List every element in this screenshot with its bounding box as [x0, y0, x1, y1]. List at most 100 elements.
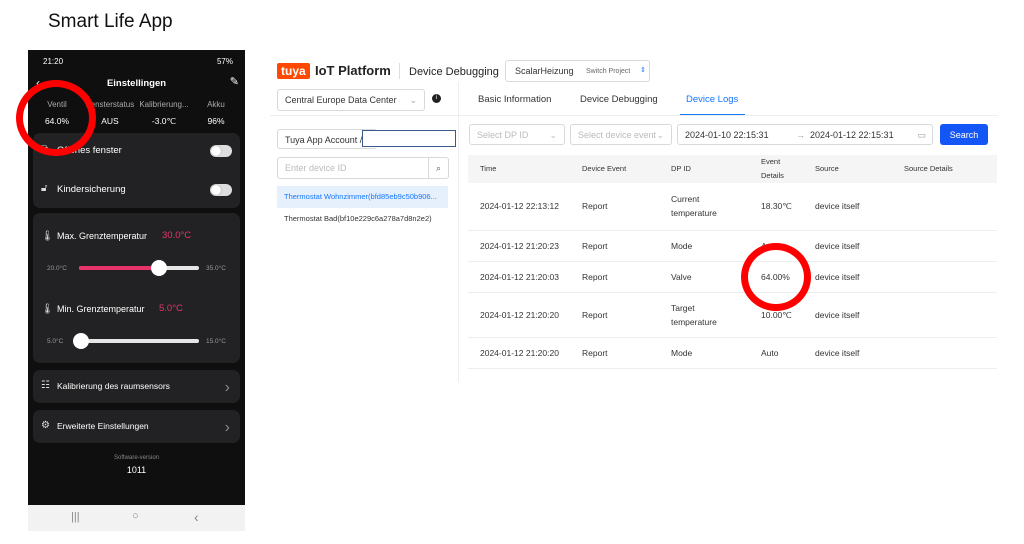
- col-time: Time: [480, 164, 497, 173]
- table-cell: [892, 261, 997, 292]
- min-temp-value: 5.0°C: [159, 303, 183, 314]
- iot-platform: tuya IoT Platform Device Debugging Scala…: [270, 55, 1010, 385]
- device-id-input[interactable]: Enter device ID ⌕: [277, 157, 449, 179]
- table-cell: [892, 183, 997, 230]
- device-item-active[interactable]: Thermostat Wohnzimmer(bfd85eb9c50b906...: [277, 186, 448, 208]
- page-title: Smart Life App: [48, 11, 173, 32]
- data-center-select[interactable]: Central Europe Data Center ⌄: [277, 89, 425, 111]
- child-lock-toggle[interactable]: [210, 184, 232, 196]
- max-temp-value: 30.0°C: [162, 230, 192, 241]
- table-cell: 18.30℃: [761, 201, 792, 212]
- settings-icon: ⚙: [41, 420, 50, 431]
- android-nav-bar: ||| ○ ‹: [28, 505, 245, 531]
- chevron-right-icon: ›: [224, 379, 230, 396]
- calibration-row[interactable]: ☷ Kalibrierung des raumsensors ›: [33, 370, 240, 403]
- table-cell: Report: [582, 271, 608, 282]
- table-row: 2024-01-12 21:20:20 Report Mode Auto device …: [468, 337, 997, 368]
- min-temp-slider[interactable]: [73, 333, 199, 349]
- account-input[interactable]: [362, 130, 456, 147]
- table-cell: Auto: [761, 347, 779, 358]
- table-row: 2024-01-12 21:20:03 Report Valve 64.00% devi…: [468, 261, 997, 292]
- table-cell: Report: [582, 347, 608, 358]
- stat-calibration: Kalibrierung... -3.0℃: [139, 100, 189, 126]
- col-event-details: Event Details: [761, 157, 784, 180]
- home-icon[interactable]: ○: [132, 510, 139, 522]
- advanced-label: Erweiterte Einstellungen: [57, 421, 149, 431]
- table-cell: Current temperature: [671, 194, 717, 219]
- table-cell: Mode: [671, 347, 693, 358]
- stat-battery: Akku 96%: [207, 100, 225, 126]
- table-cell: [892, 230, 997, 261]
- section-title: Device Debugging: [409, 66, 499, 78]
- tab-device-logs[interactable]: Device Logs: [686, 94, 738, 105]
- info-icon[interactable]: i: [432, 94, 441, 103]
- search-button[interactable]: Search: [940, 124, 988, 145]
- table-cell: Report: [582, 309, 608, 320]
- col-device-event: Device Event: [582, 164, 627, 173]
- table-cell: [892, 337, 997, 368]
- table-cell: device itself: [815, 271, 860, 282]
- temperature-card: 🌡︎ Max. Grenztemperatur 30.0°C 20.0°C 35…: [33, 213, 240, 363]
- col-dp-id: DP ID: [671, 164, 691, 173]
- table-cell: 2024-01-12 21:20:03: [480, 271, 559, 282]
- table-cell: Report: [582, 240, 608, 251]
- table-cell: Target temperature: [671, 302, 717, 327]
- software-label: Software-version: [113, 455, 160, 461]
- battery-status: 57%: [216, 57, 233, 66]
- date-range-picker[interactable]: 2024-01-10 22:15:31 → 2024-01-12 22:15:31 ▭: [677, 124, 933, 145]
- min-slider-max: 15.0°C: [206, 338, 226, 345]
- thermometer-icon: 🌡︎: [41, 304, 54, 315]
- search-icon[interactable]: ⌕: [428, 158, 448, 178]
- table-cell: 2024-01-12 21:20:20: [480, 347, 559, 358]
- highlight-circle: [16, 80, 96, 156]
- thermometer-icon: 🌡︎: [41, 231, 54, 242]
- recent-apps-icon[interactable]: |||: [71, 511, 80, 523]
- max-temp-label: Max. Grenztemperatur: [57, 231, 148, 241]
- slider-knob[interactable]: [73, 333, 89, 349]
- device-event-select[interactable]: Select device event ⌄: [570, 124, 672, 145]
- min-temp-label: Min. Grenztemperatur: [57, 304, 145, 314]
- max-temp-slider[interactable]: [79, 260, 199, 276]
- table-row: 2024-01-12 22:13:12 Report Current tempera…: [468, 183, 997, 230]
- status-time: 21:20: [43, 57, 64, 66]
- table-cell: 2024-01-12 21:20:23: [480, 240, 559, 251]
- back-nav-icon[interactable]: ‹: [194, 509, 199, 525]
- tab-basic-information[interactable]: Basic Information: [478, 94, 551, 105]
- table-cell: Valve: [671, 271, 692, 282]
- table-cell: device itself: [815, 309, 860, 320]
- child-lock-label: Kindersicherung: [57, 184, 126, 195]
- advanced-settings-row[interactable]: ⚙ Erweiterte Einstellungen ›: [33, 410, 240, 443]
- table-row: 2024-01-12 21:20:23 Report Mode Auto device …: [468, 230, 997, 261]
- sliders-icon: ☷: [41, 380, 50, 391]
- min-slider-min: 5.0°C: [47, 338, 64, 345]
- dp-id-select[interactable]: Select DP ID ⌄: [469, 124, 565, 145]
- lock-icon: 🔓︎: [41, 183, 48, 194]
- table-cell: device itself: [815, 347, 860, 358]
- table-cell: Mode: [671, 240, 693, 251]
- software-version: 1011: [126, 465, 147, 475]
- device-item[interactable]: Thermostat Bad(bf10e229c6a278a7d8n2e2): [277, 208, 448, 230]
- brand-name: IoT Platform: [315, 63, 391, 78]
- highlight-circle: [741, 243, 811, 311]
- max-slider-min: 20.0°C: [47, 265, 67, 272]
- project-switcher[interactable]: ScalarHeizung Switch Project ⇕: [505, 60, 650, 82]
- table-cell: device itself: [815, 201, 860, 212]
- max-slider-max: 35.0°C: [206, 265, 226, 272]
- col-source-details: Source Details: [904, 164, 953, 173]
- table-cell: device itself: [815, 240, 860, 251]
- table-cell: 2024-01-12 22:13:12: [480, 201, 559, 212]
- chevron-right-icon: ›: [224, 419, 230, 436]
- calendar-icon: ▭: [917, 130, 926, 140]
- edit-icon[interactable]: ✎: [230, 75, 239, 88]
- open-window-toggle[interactable]: [210, 145, 232, 157]
- slider-knob[interactable]: [151, 260, 168, 276]
- tab-device-debugging[interactable]: Device Debugging: [580, 94, 658, 105]
- table-cell: 2024-01-12 21:20:20: [480, 309, 559, 320]
- table-row: 2024-01-12 21:20:20 Report Target temperat…: [468, 292, 997, 337]
- calibration-label: Kalibrierung des raumsensors: [57, 381, 170, 391]
- table-cell: Report: [582, 201, 608, 212]
- table-cell: [892, 292, 997, 337]
- device-logs-table: Time Device Event DP ID Event Details So…: [468, 155, 997, 369]
- tuya-logo: tuya: [277, 63, 310, 79]
- col-source: Source: [815, 164, 839, 173]
